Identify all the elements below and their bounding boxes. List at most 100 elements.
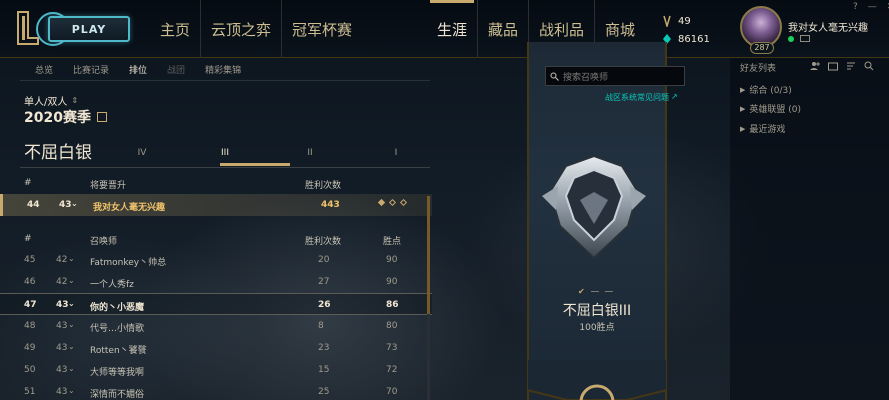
table-row[interactable]: 46 42 ⌄ 一个人秀fz 27 90 xyxy=(0,271,432,293)
rank-value: 45 xyxy=(24,255,36,265)
nav-tft[interactable]: 云顶之弈 xyxy=(201,0,283,58)
window-controls: ? — ✕ xyxy=(853,2,889,12)
table-row[interactable]: 48 43 ⌄ 代号…小情歌 8 80 xyxy=(0,315,432,337)
profile-icon-frame[interactable]: 287 xyxy=(740,6,786,54)
nav-profile[interactable]: 生涯 xyxy=(427,0,479,58)
chat-icon[interactable] xyxy=(800,35,810,43)
division-tab-i[interactable]: I xyxy=(361,148,431,158)
friend-group-label: 综合 (0/3) xyxy=(749,86,792,96)
play-button[interactable]: PLAY xyxy=(48,16,130,42)
summoner-name[interactable]: 我对女人毫无兴趣 xyxy=(788,19,868,34)
division-tab-iii[interactable]: III xyxy=(190,148,260,158)
sort-icon[interactable] xyxy=(846,61,856,71)
series-win-icon xyxy=(377,198,386,207)
rank-value: 47 xyxy=(24,300,37,310)
online-dot-icon xyxy=(788,36,794,42)
ranked-faq-label: 战区系统常见问题 xyxy=(605,93,669,102)
summoner-name-cell[interactable]: 一个人秀fz xyxy=(90,277,134,290)
top-navigation-bar: PLAY 主页 云顶之弈 冠军杯赛 生涯 藏品 战利品 商城 49 86161 xyxy=(0,0,889,58)
column-summoner: 召唤师 xyxy=(90,237,118,247)
rank-value: 49 xyxy=(24,343,36,353)
add-folder-icon[interactable] xyxy=(828,61,838,71)
summoner-name-cell[interactable]: 代号…小情歌 xyxy=(90,321,144,334)
rank-name: 不屈白银III xyxy=(562,303,632,319)
promotion-row[interactable]: 44 43 ⌄ 我对女人毫无兴趣 443 xyxy=(0,194,432,216)
friend-group-general[interactable]: ▶ 综合 (0/3) xyxy=(740,83,792,97)
tab-overview[interactable]: 总览 xyxy=(35,63,53,76)
ranked-faq-link[interactable]: 战区系统常见问题 ↗ xyxy=(605,92,678,103)
help-icon[interactable]: ? xyxy=(853,2,858,12)
summoner-name-cell[interactable]: 你的丶小恶魔 xyxy=(90,300,144,313)
external-link-icon: ↗ xyxy=(671,92,678,101)
silver-rank-emblem-icon xyxy=(542,154,646,260)
lp-value: 43 xyxy=(59,200,72,210)
chevron-down-icon: ⌄ xyxy=(68,364,75,373)
points-value: 72 xyxy=(386,365,398,375)
minimize-icon[interactable]: — xyxy=(868,2,877,12)
nav-collection[interactable]: 藏品 xyxy=(478,0,530,58)
summoner-name-cell[interactable]: Rotten丶饕餮 xyxy=(90,343,147,356)
friend-group-recent[interactable]: ▶ 最近游戏 xyxy=(740,122,785,136)
chevron-down-icon: ⌄ xyxy=(68,276,75,285)
series-pending-icon xyxy=(399,198,408,207)
tier-title: 不屈白银 xyxy=(24,143,92,163)
friend-group-lol[interactable]: ▶ 英雄联盟 (0) xyxy=(740,102,801,116)
tab-clubs[interactable]: 战团 xyxy=(167,63,185,76)
chevron-down-icon: ⌄ xyxy=(68,299,75,308)
divider xyxy=(20,80,430,81)
table-row[interactable]: 49 43 ⌄ Rotten丶饕餮 23 73 xyxy=(0,337,432,359)
lp-value: 43 xyxy=(56,365,68,375)
lp-value: 43 xyxy=(56,387,68,397)
tab-match-history[interactable]: 比赛记录 xyxy=(73,63,109,76)
client-window: PLAY 主页 云顶之弈 冠军杯赛 生涯 藏品 战利品 商城 49 86161 xyxy=(0,0,889,400)
scrollbar-thumb[interactable] xyxy=(427,196,430,314)
online-status[interactable] xyxy=(788,35,810,43)
nav-home[interactable]: 主页 xyxy=(150,0,202,58)
tab-highlights[interactable]: 精彩集锦 xyxy=(205,63,241,76)
summoner-name-cell[interactable]: 深情而不媚俗 xyxy=(90,387,144,400)
chevron-right-icon: ▶ xyxy=(740,104,746,113)
chevron-down-icon: ⌄ xyxy=(68,320,75,329)
division-tab-iv[interactable]: IV xyxy=(107,148,177,158)
queue-dropdown[interactable]: 单人/双人 ⇕ xyxy=(24,93,78,108)
promotion-series xyxy=(377,198,408,207)
summoner-name-cell[interactable]: 我对女人毫无兴趣 xyxy=(93,200,165,213)
points-value: 86 xyxy=(386,300,399,310)
friends-actions xyxy=(810,61,874,71)
chevron-down-icon: ⌄ xyxy=(68,342,75,351)
ladder-scrollbar[interactable] xyxy=(427,196,430,400)
lp-value: 42 xyxy=(56,255,68,265)
division-progress: ✔ xyxy=(578,287,613,296)
season-selector[interactable]: 2020赛季 xyxy=(24,107,107,127)
main-nav-left: 主页 云顶之弈 冠军杯赛 xyxy=(150,0,362,58)
division-tab-ii[interactable]: II xyxy=(275,148,345,158)
friends-title: 好友列表 xyxy=(740,64,777,74)
profile-subnav: 总览 比赛记录 排位 战团 精彩集锦 xyxy=(35,63,261,76)
blue-essence: 49 xyxy=(662,12,710,30)
tab-ranked[interactable]: 排位 xyxy=(129,63,147,76)
series-pending-icon xyxy=(388,198,397,207)
riot-points: 86161 xyxy=(662,30,710,48)
table-row-current-player[interactable]: 47 43 ⌄ 你的丶小恶魔 26 86 xyxy=(0,293,432,315)
level-badge: 287 xyxy=(750,42,774,54)
summoner-search-input[interactable]: 搜索召唤师 xyxy=(545,66,685,86)
wins-value: 27 xyxy=(318,277,330,287)
search-friends-icon[interactable] xyxy=(864,61,874,71)
currency-panel[interactable]: 49 86161 xyxy=(662,12,710,48)
summoner-name-cell[interactable]: Fatmonkey丶帅总 xyxy=(90,255,166,268)
column-points: 胜点 xyxy=(383,237,402,247)
lp-value: 43 xyxy=(56,321,68,331)
nav-clash[interactable]: 冠军杯赛 xyxy=(282,0,362,58)
add-friend-icon[interactable] xyxy=(810,61,820,71)
table-row[interactable]: 45 42 ⌄ Fatmonkey丶帅总 20 90 xyxy=(0,249,432,271)
table-row[interactable]: 50 43 ⌄ 大师等等我啊 15 72 xyxy=(0,359,432,381)
wins-value: 443 xyxy=(321,200,340,210)
rank-value: 51 xyxy=(24,387,36,397)
summoner-name-cell[interactable]: 大师等等我啊 xyxy=(90,365,144,378)
banner-emblem-bottom xyxy=(527,360,667,400)
table-row[interactable]: 51 43 ⌄ 深情而不媚俗 25 70 xyxy=(0,381,432,400)
blue-essence-amount: 49 xyxy=(678,15,691,27)
season-rewards-icon[interactable] xyxy=(96,112,107,122)
season-label: 2020赛季 xyxy=(24,110,91,126)
rank-value: 50 xyxy=(24,365,36,375)
